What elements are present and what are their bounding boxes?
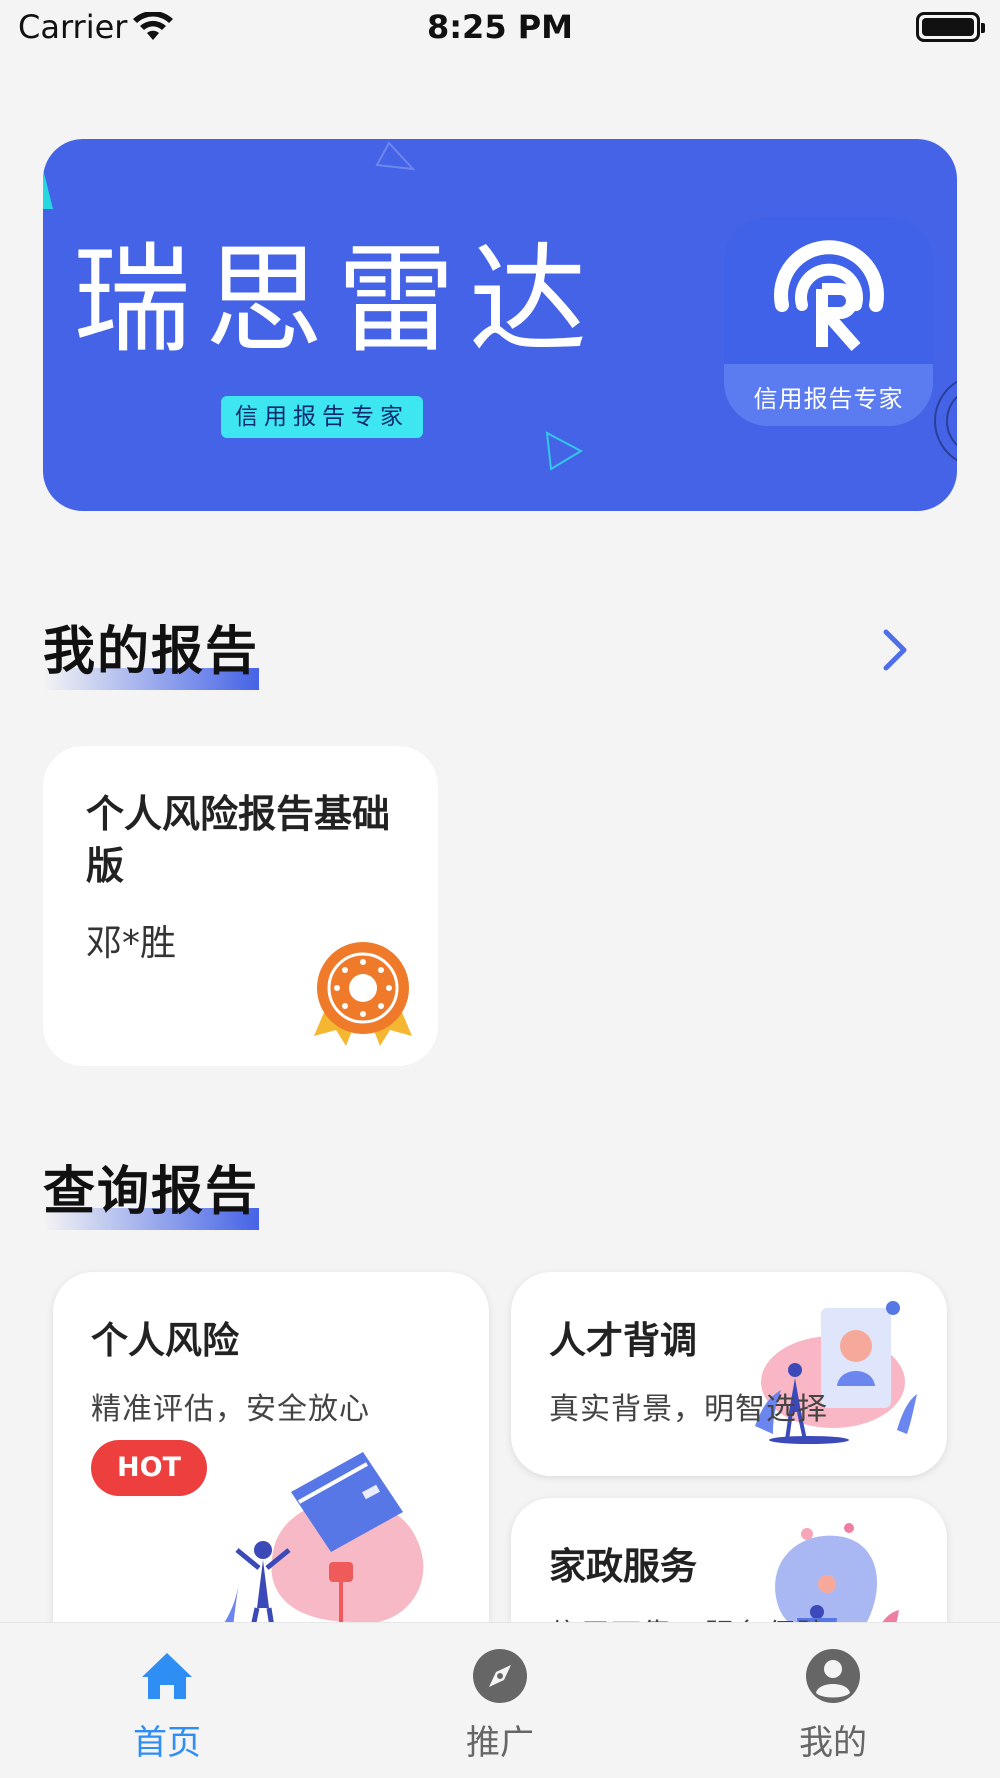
- service-card-title: 人才背调: [549, 1319, 697, 1362]
- battery-icon: [916, 12, 985, 42]
- tab-label: 我的: [799, 1723, 867, 1763]
- tab-promote[interactable]: 推广: [400, 1623, 600, 1778]
- service-card-talent-check[interactable]: 人才背调 真实背景，明智选择: [511, 1272, 947, 1476]
- banner-title: 瑞思雷达: [73, 231, 602, 369]
- tab-mine[interactable]: 我的: [733, 1623, 933, 1778]
- promo-banner[interactable]: 瑞思雷达 信用报告专家 信用报告专家: [43, 139, 957, 511]
- circle-decor-icon: [934, 380, 957, 462]
- banner-tag: 信用报告专家: [221, 396, 423, 438]
- tab-home[interactable]: 首页: [67, 1623, 267, 1778]
- app-logo-caption: 信用报告专家: [753, 385, 904, 413]
- triangle-decor-icon: [545, 431, 584, 471]
- section-title-query-reports: 查询报告: [43, 1160, 259, 1230]
- triangle-decor-icon: [375, 141, 415, 171]
- report-person: 邓*胜: [86, 923, 177, 964]
- tab-bar: 首页 推广 我的: [0, 1622, 1000, 1778]
- service-card-personal-risk[interactable]: 个人风险 精准评估，安全放心 HOT: [53, 1272, 489, 1672]
- radar-logo-icon: [774, 240, 884, 351]
- service-card-desc: 精准评估，安全放心: [91, 1392, 370, 1427]
- service-card-title: 家政服务: [549, 1545, 697, 1588]
- status-bar: Carrier 8:25 PM: [0, 0, 1000, 56]
- triangle-decor-icon: [43, 169, 53, 209]
- compass-icon: [473, 1649, 527, 1703]
- report-name: 个人风险报告基础版: [86, 792, 391, 888]
- app-logo: 信用报告专家: [724, 217, 933, 426]
- home-icon: [142, 1653, 192, 1699]
- service-card-desc: 真实背景，明智选择: [549, 1392, 828, 1427]
- medal-icon: [314, 942, 412, 1046]
- section-title-my-reports: 我的报告: [43, 620, 259, 690]
- report-card[interactable]: 个人风险报告基础版 邓*胜: [43, 746, 438, 1066]
- person-icon: [806, 1649, 860, 1703]
- clock: 8:25 PM: [426, 8, 574, 46]
- section-title-text: 我的报告: [43, 622, 260, 682]
- chevron-right-icon[interactable]: [880, 628, 910, 672]
- tab-label: 推广: [466, 1723, 534, 1763]
- hot-badge: HOT: [91, 1440, 207, 1496]
- section-title-text: 查询报告: [43, 1162, 260, 1222]
- service-card-title: 个人风险: [91, 1319, 239, 1362]
- tab-label: 首页: [133, 1723, 201, 1763]
